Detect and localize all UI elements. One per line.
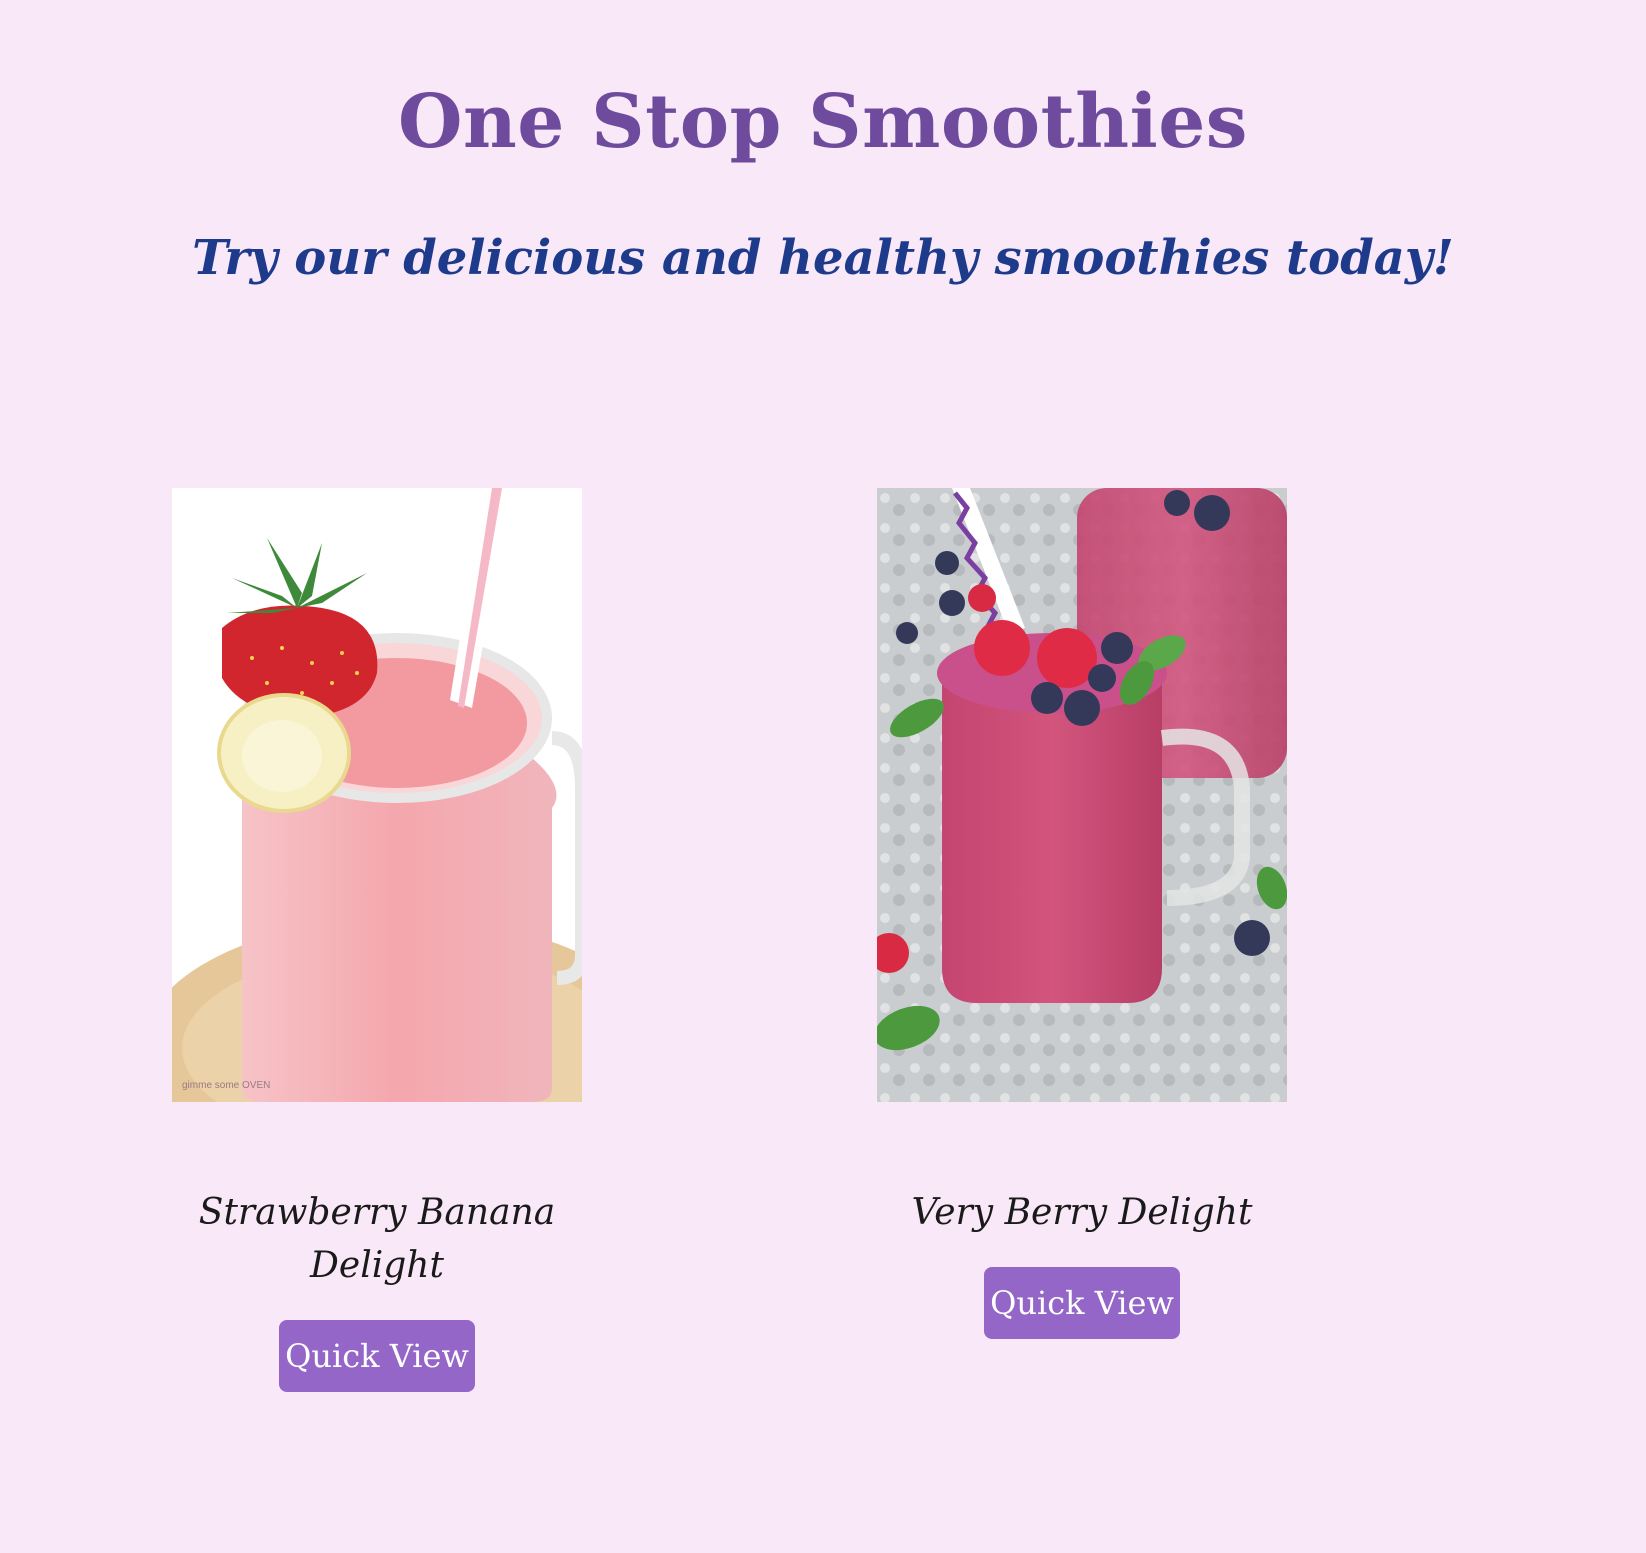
quick-view-button-strawberry-banana[interactable]: Quick View — [279, 1320, 475, 1392]
product-card-very-berry: Very Berry Delight Quick View — [877, 488, 1287, 1339]
product-name-strawberry-banana: Strawberry Banana Delight — [198, 1192, 556, 1286]
quick-view-button-very-berry[interactable]: Quick View — [984, 1267, 1180, 1339]
very-berry-smoothie-image — [877, 488, 1287, 1102]
product-name-very-berry: Very Berry Delight — [911, 1192, 1253, 1233]
page: One Stop Smoothies Try our delicious and… — [0, 0, 1646, 1553]
page-tagline: Try our delicious and healthy smoothies … — [192, 230, 1454, 286]
strawberry-banana-smoothie-image: gimme some OVEN — [172, 488, 582, 1102]
page-title: One Stop Smoothies — [398, 79, 1248, 165]
watermark-text: gimme some OVEN — [182, 1080, 270, 1091]
product-card-strawberry-banana: gimme some OVEN Strawberry Banana Deligh… — [172, 488, 582, 1392]
